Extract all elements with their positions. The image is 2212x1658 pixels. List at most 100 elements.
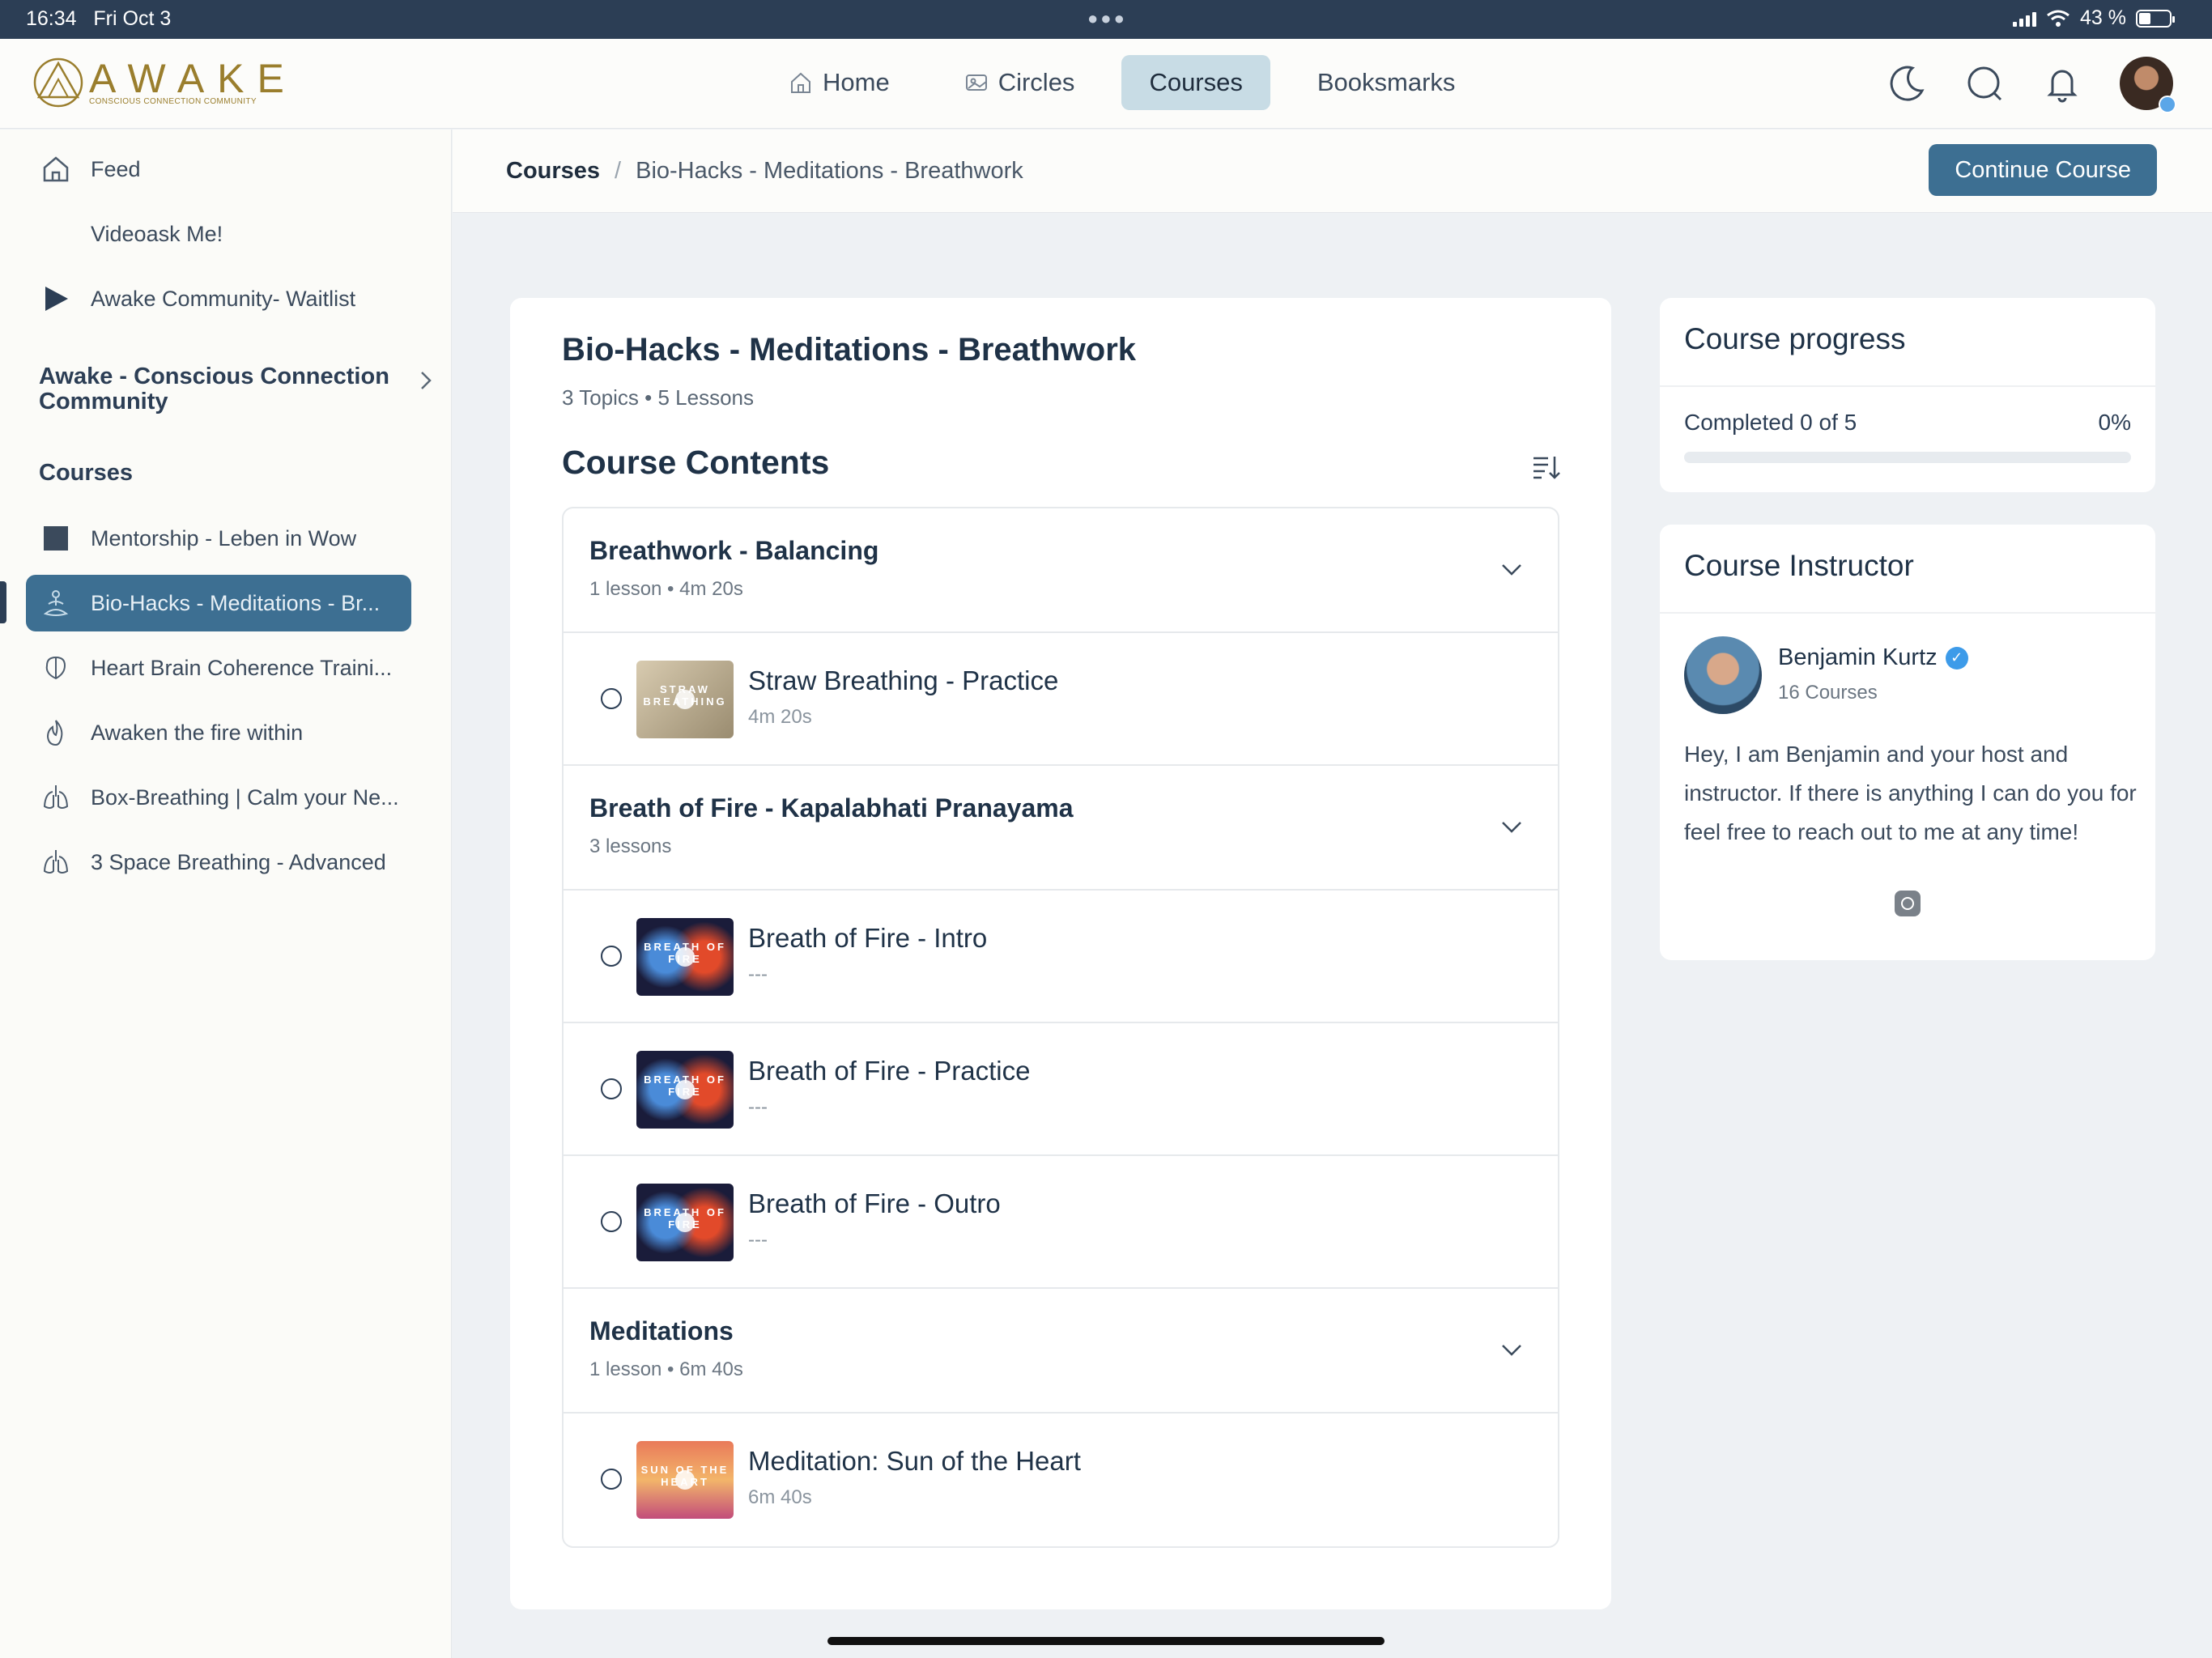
sidebar-course-mentorship[interactable]: Mentorship - Leben in Wow: [26, 510, 411, 567]
divider: [1660, 612, 2155, 614]
search-icon[interactable]: [1964, 63, 2005, 104]
breadcrumb-root[interactable]: Courses: [506, 158, 600, 185]
sidebar-item-feed[interactable]: Feed: [26, 141, 411, 198]
nav-courses[interactable]: Courses: [1121, 55, 1270, 110]
instructor-title: Course Instructor: [1684, 549, 1914, 582]
moon-icon[interactable]: [1887, 63, 1927, 104]
instructor-bio: Hey, I am Benjamin and your host and ins…: [1684, 742, 2137, 844]
instagram-icon[interactable]: [1895, 891, 1921, 916]
play-icon: [45, 287, 68, 311]
lesson-complete-radio[interactable]: [601, 1469, 622, 1490]
topic-meta: 1 lesson • 6m 40s: [589, 1358, 743, 1380]
lungs-icon: [43, 850, 69, 874]
instructor-avatar[interactable]: [1684, 636, 1762, 714]
breadcrumb: Courses / Bio-Hacks - Meditations - Brea…: [506, 158, 1023, 185]
lesson-duration: 6m 40s: [748, 1486, 812, 1508]
nav-actions: [1887, 57, 2176, 113]
brain-icon: [45, 656, 66, 680]
community-title[interactable]: Awake - Conscious Connection Community: [39, 364, 395, 414]
lesson-name: Meditation: Sun of the Heart: [748, 1446, 1081, 1476]
topic-name: Breathwork - Balancing: [589, 536, 879, 565]
continue-course-button[interactable]: Continue Course: [1929, 144, 2157, 196]
sidebar-course-heart-brain[interactable]: Heart Brain Coherence Traini...: [26, 640, 411, 696]
topic-meta: 1 lesson • 4m 20s: [589, 578, 743, 600]
courses-heading: Courses: [39, 460, 134, 486]
sidebar-course-box-breathing[interactable]: Box-Breathing | Calm your Ne...: [26, 769, 411, 826]
progress-bar: [1684, 452, 2131, 463]
sidebar-item-videoask[interactable]: Videoask Me!: [26, 206, 411, 262]
home-icon: [43, 156, 69, 182]
course-instructor-card: Course Instructor Benjamin Kurtz ✓ 16 Co…: [1660, 525, 2155, 960]
lesson-name: Breath of Fire - Intro: [748, 923, 988, 953]
top-nav: AWAKE CONSCIOUS CONNECTION COMMUNITY Hom…: [0, 39, 2212, 129]
course-contents-list: Breathwork - Balancing 1 lesson • 4m 20s…: [562, 507, 1559, 1548]
lesson-row[interactable]: BREATH OF FIRE Breath of Fire - Practice…: [564, 1023, 1558, 1156]
home-indicator[interactable]: [827, 1637, 1385, 1645]
lesson-name: Breath of Fire - Outro: [748, 1188, 1001, 1218]
topic-name: Meditations: [589, 1316, 734, 1346]
sidebar-course-3-space[interactable]: 3 Space Breathing - Advanced: [26, 834, 411, 891]
status-time: 16:34 Fri Oct 3: [26, 7, 172, 30]
square-icon: [44, 526, 68, 551]
chevron-down-icon[interactable]: [1498, 555, 1525, 583]
signal-icon: [2013, 11, 2037, 27]
progress-title: Course progress: [1684, 322, 1906, 355]
battery-percent: 43 %: [2080, 6, 2126, 29]
multitask-dots-icon[interactable]: ●●●: [1087, 8, 1127, 29]
lesson-complete-radio[interactable]: [601, 946, 622, 967]
status-icons: 43 %: [2013, 6, 2175, 30]
nav-bookmarks[interactable]: Booksmarks: [1290, 55, 1483, 110]
topic-name: Breath of Fire - Kapalabhati Pranayama: [589, 793, 1074, 823]
nav-home[interactable]: Home: [761, 55, 917, 110]
lesson-thumbnail: BREATH OF FIRE: [636, 918, 734, 996]
lungs-icon: [43, 785, 69, 809]
topic-meta: 3 lessons: [589, 835, 672, 857]
topic-header[interactable]: Breathwork - Balancing 1 lesson • 4m 20s: [564, 508, 1558, 633]
image-icon: [965, 74, 987, 91]
play-icon: [675, 1470, 695, 1490]
lesson-row[interactable]: BREATH OF FIRE Breath of Fire - Intro --…: [564, 891, 1558, 1023]
course-contents-title: Course Contents: [562, 444, 830, 481]
instructor-course-count: 16 Courses: [1778, 682, 1878, 704]
chevron-right-icon[interactable]: [415, 369, 437, 392]
bell-icon[interactable]: [2042, 63, 2082, 104]
lesson-thumbnail: SUN OF THE HEART: [636, 1441, 734, 1519]
topic-header[interactable]: Breath of Fire - Kapalabhati Pranayama 3…: [564, 766, 1558, 891]
lesson-duration: ---: [748, 963, 768, 985]
progress-label: Completed 0 of 5: [1684, 410, 1857, 435]
lesson-thumbnail: BREATH OF FIRE: [636, 1051, 734, 1129]
lesson-duration: ---: [748, 1096, 768, 1118]
breadcrumb-current: Bio-Hacks - Meditations - Breathwork: [636, 158, 1023, 184]
breadcrumb-separator: /: [615, 158, 622, 184]
nav-circles[interactable]: Circles: [937, 55, 1103, 110]
lesson-row[interactable]: SUN OF THE HEART Meditation: Sun of the …: [564, 1414, 1558, 1546]
instructor-name: Benjamin Kurtz: [1778, 644, 1938, 670]
lesson-row[interactable]: BREATH OF FIRE Breath of Fire - Outro --…: [564, 1156, 1558, 1289]
lesson-thumbnail: STRAW BREATHING: [636, 661, 734, 738]
lesson-row[interactable]: STRAW BREATHING Straw Breathing - Practi…: [564, 633, 1558, 766]
lesson-complete-radio[interactable]: [601, 688, 622, 709]
meditation-icon: [43, 590, 69, 616]
chevron-down-icon[interactable]: [1498, 1336, 1525, 1363]
topic-header[interactable]: Meditations 1 lesson • 6m 40s: [564, 1289, 1558, 1414]
lesson-name: Breath of Fire - Practice: [748, 1056, 1031, 1086]
course-card: Bio-Hacks - Meditations - Breathwork 3 T…: [510, 298, 1611, 1609]
play-icon: [675, 1080, 695, 1099]
lesson-duration: ---: [748, 1229, 768, 1251]
flame-icon: [46, 720, 63, 746]
user-avatar[interactable]: [2120, 57, 2176, 113]
sidebar-course-biohacks[interactable]: Bio-Hacks - Meditations - Br...: [26, 575, 411, 631]
divider: [1660, 385, 2155, 387]
lesson-complete-radio[interactable]: [601, 1078, 622, 1099]
lesson-complete-radio[interactable]: [601, 1211, 622, 1232]
sidebar-item-waitlist[interactable]: Awake Community- Waitlist: [26, 270, 411, 327]
instructor-name-row[interactable]: Benjamin Kurtz ✓: [1778, 644, 1968, 671]
progress-percent: 0%: [2098, 410, 2131, 435]
brand-logo[interactable]: AWAKE CONSCIOUS CONNECTION COMMUNITY: [32, 57, 297, 108]
breadcrumb-bar: Courses / Bio-Hacks - Meditations - Brea…: [453, 130, 2212, 213]
sidebar-course-awaken-fire[interactable]: Awaken the fire within: [26, 704, 411, 761]
status-bar: 16:34 Fri Oct 3 ●●● 43 %: [0, 0, 2212, 39]
sort-icon[interactable]: [1530, 452, 1561, 483]
triangle-logo-icon: [33, 57, 83, 108]
chevron-down-icon[interactable]: [1498, 813, 1525, 840]
